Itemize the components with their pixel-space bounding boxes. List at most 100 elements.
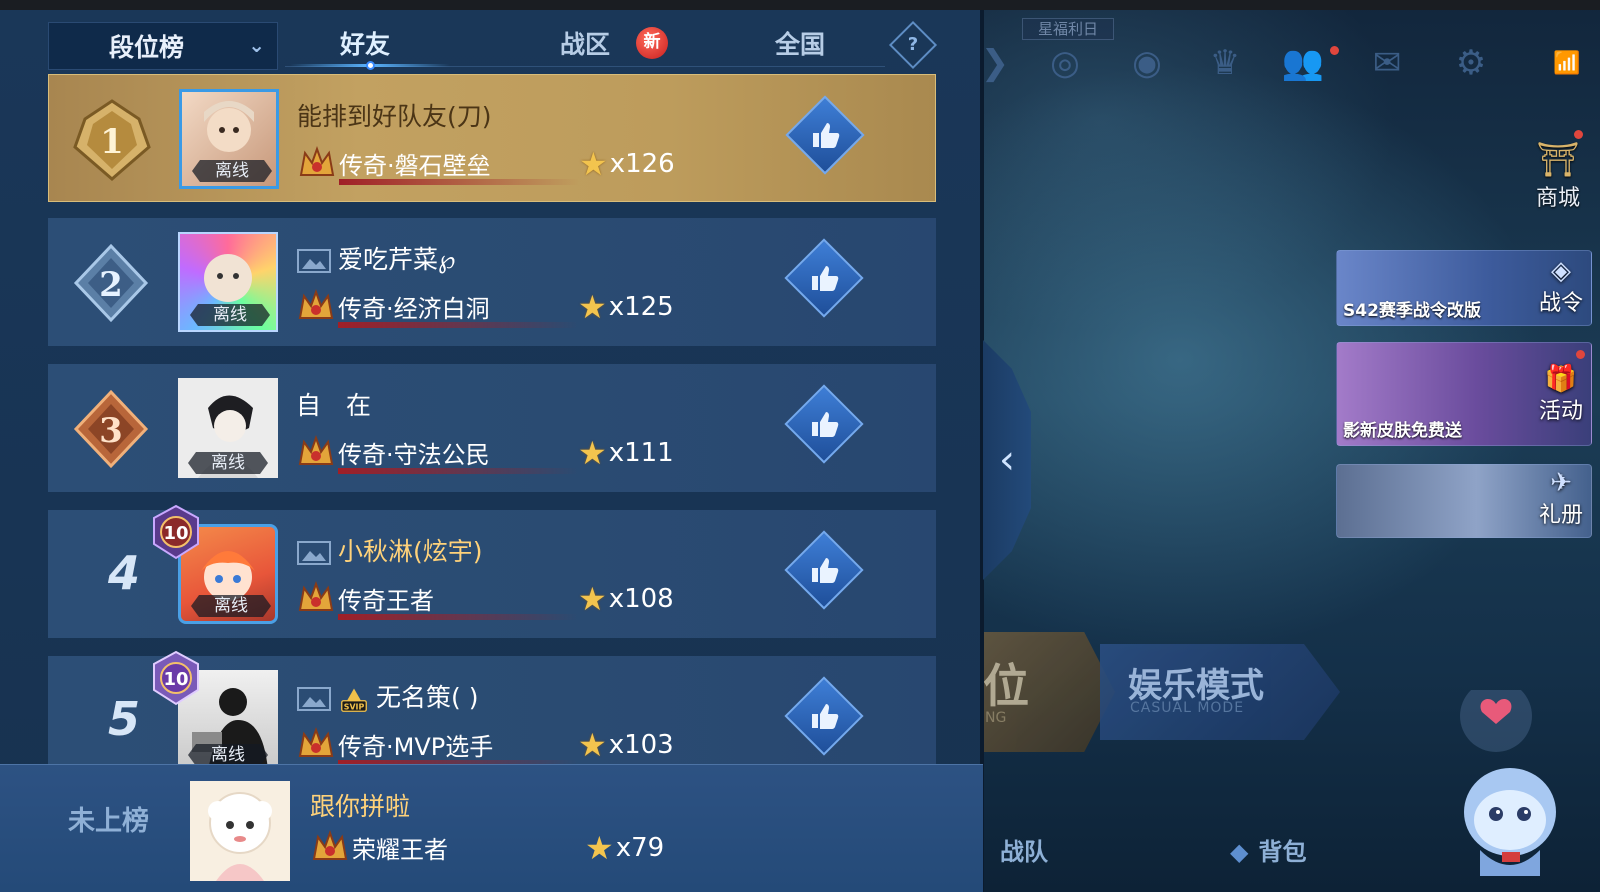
player-tier: 传奇·MVP选手 [296,726,493,762]
player-tier-label: 传奇·MVP选手 [338,732,494,761]
svip-badge-icon: SVIP [341,688,367,712]
thumbs-up-icon [812,412,839,437]
like-button[interactable] [784,384,864,464]
tab-friends[interactable]: 好友 [300,22,430,70]
star-count: ★ x103 [578,726,674,764]
player-tier: 传奇王者 [296,580,434,616]
player-tier-label: 传奇·守法公民 [338,440,490,469]
tier-underline [338,468,578,474]
legend-crown-icon [298,581,334,611]
player-tier: 传奇·守法公民 [296,434,490,470]
rank-number: 2 [99,265,123,305]
leaderboard-row-2[interactable]: 2 离线 爱吃芹菜℘ 传奇·经济白洞 ★ x125 [48,218,936,346]
casual-mode-button[interactable]: 娱乐模式 CASUAL MODE [1100,644,1340,740]
player-name: 能排到好队友(刀) [297,102,492,131]
glory-crown-icon [312,830,348,860]
offline-status: 离线 [191,595,271,617]
star-count: ★ x125 [578,288,674,326]
trophy-icon[interactable]: ♛ [1200,40,1250,86]
star-count-value: x103 [608,730,674,760]
event-tag: 🎁 活动 [1539,365,1583,425]
player-tier: 传奇·磐石壁垒 [297,145,491,181]
star-count-value: x126 [609,149,675,179]
mascot-icon[interactable] [1452,690,1570,880]
level-value: 10 [163,523,188,544]
leaderboard-row-3[interactable]: 3 离线 自 在 传奇·守法公民 ★ x111 [48,364,936,492]
mail-icon[interactable]: ✉ [1362,40,1412,86]
rank-type-select[interactable]: 段位榜 ⌄ [48,22,278,70]
thumbs-up-icon [812,558,839,583]
event-title[interactable]: 星福利日 [1022,18,1114,40]
target-icon[interactable]: ◎ [1040,40,1090,86]
tier-underline [338,322,578,328]
event-label: 活动 [1538,399,1583,424]
battle-pass-card[interactable]: S42赛季战令改版 ◈ 战令 [1336,250,1592,326]
shop-icon: ⛩ [1536,140,1580,180]
ranked-mode-char: 位 [983,659,1029,713]
level-value: 10 [163,669,188,690]
like-button[interactable] [784,238,864,318]
avatar[interactable]: 离线 [178,232,278,332]
level-badge-icon: 10 [153,504,199,560]
shop-button[interactable]: ⛩ 商城 [1528,140,1588,212]
player-name-label: 无名策( ) [376,683,479,712]
self-star-count: ★ x79 [585,829,664,867]
star-count-value: x108 [608,584,674,614]
star-icon: ★ [578,726,607,764]
like-button[interactable] [785,95,865,175]
rank-number: 4 [108,546,141,600]
top-strip [0,0,1600,10]
thumbs-up-icon [813,123,840,148]
battle-pass-label: 战令 [1538,291,1583,316]
rank-number: 3 [99,411,123,451]
wifi-icon: 📶 [1553,50,1581,76]
eye-icon[interactable]: ◉ [1122,40,1172,86]
star-icon: ★ [579,145,608,183]
self-rank-row[interactable]: 未上榜 跟你拼啦 荣耀王者 ★ x79 [0,764,983,892]
star-icon: ★ [578,434,607,472]
gift-book-card[interactable]: ✈ 礼册 [1336,464,1592,538]
rank-type-label: 段位榜 [109,33,185,62]
player-tier-label: 传奇·磐石壁垒 [339,151,491,180]
battle-pass-icon: ◈ [1550,256,1571,286]
title-card-icon [297,541,331,565]
leaderboard-row-4[interactable]: 4 离线 10 小秋淋(炫宇) 传奇王者 ★ x108 [48,504,936,638]
team-button[interactable]: 战队 [1000,832,1048,867]
thumbs-up-icon [812,704,839,729]
plane-icon: ✈ [1550,468,1572,498]
gift-book-label: 礼册 [1538,503,1583,528]
chevron-left-icon: ‹ [999,437,1015,483]
ranked-mode-sub: NG [985,710,1007,726]
settings-icon[interactable]: ⚙ [1446,40,1496,86]
self-tier: 荣耀王者 [310,829,448,865]
star-count: ★ x108 [578,580,674,618]
silver-rank-emblem-icon: 2 [73,243,149,323]
rank-number: 5 [108,692,141,746]
star-icon: ★ [578,288,607,326]
battle-pass-caption: S42赛季战令改版 [1343,301,1481,321]
like-button[interactable] [784,530,864,610]
player-name-label: 爱吃芹菜℘ [338,245,456,274]
tab-national[interactable]: 全国 [735,22,865,70]
tier-underline [338,614,578,620]
legend-crown-icon [299,146,335,176]
notification-dot [1576,350,1585,359]
event-card[interactable]: 影新皮肤免费送 🎁 活动 [1336,342,1592,446]
bronze-rank-emblem-icon: 3 [73,389,149,469]
avatar[interactable]: 离线 [178,378,278,478]
title-card-icon [297,687,331,711]
avatar[interactable]: 离线 [179,89,279,189]
friends-icon[interactable]: 👥 [1278,40,1328,86]
like-button[interactable] [784,676,864,756]
title-card-icon [297,249,331,273]
shop-label: 商城 [1535,186,1580,211]
chevron-down-icon: ⌄ [248,33,265,57]
player-name: 爱吃芹菜℘ [296,240,455,276]
legend-crown-icon [298,435,334,465]
self-avatar[interactable] [190,781,290,881]
tab-region[interactable]: 战区 [520,22,650,70]
backpack-icon: ◆ [1230,838,1249,866]
backpack-button[interactable]: ◆ 背包 [1230,832,1306,867]
leaderboard-row-1[interactable]: 1 离线 能排到好队友(刀) 传奇·磐石壁垒 ★ x126 [48,74,936,202]
unranked-label: 未上榜 [68,806,149,837]
